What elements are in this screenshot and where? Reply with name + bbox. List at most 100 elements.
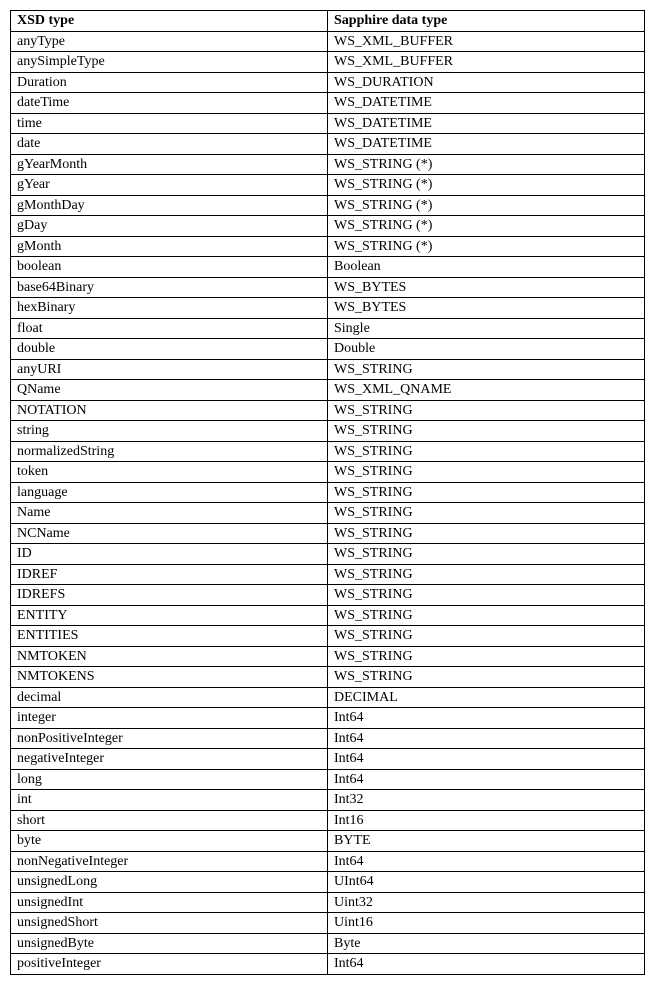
cell-xsd-type: short <box>11 810 328 831</box>
cell-sapphire-type: WS_STRING (*) <box>328 236 645 257</box>
table-row: unsignedByteByte <box>11 933 645 954</box>
cell-xsd-type: NCName <box>11 523 328 544</box>
table-row: anyURIWS_STRING <box>11 359 645 380</box>
table-row: timeWS_DATETIME <box>11 113 645 134</box>
table-row: NCNameWS_STRING <box>11 523 645 544</box>
cell-xsd-type: gMonthDay <box>11 195 328 216</box>
table-row: decimalDECIMAL <box>11 687 645 708</box>
table-row: NOTATIONWS_STRING <box>11 400 645 421</box>
cell-sapphire-type: WS_STRING <box>328 482 645 503</box>
cell-sapphire-type: Int64 <box>328 749 645 770</box>
cell-sapphire-type: WS_STRING (*) <box>328 195 645 216</box>
cell-xsd-type: date <box>11 134 328 155</box>
cell-xsd-type: gYearMonth <box>11 154 328 175</box>
cell-sapphire-type: WS_DATETIME <box>328 113 645 134</box>
cell-sapphire-type: WS_STRING <box>328 544 645 565</box>
table-row: ENTITIESWS_STRING <box>11 626 645 647</box>
table-row: QNameWS_XML_QNAME <box>11 380 645 401</box>
table-row: IDWS_STRING <box>11 544 645 565</box>
cell-xsd-type: gYear <box>11 175 328 196</box>
type-mapping-table: XSD type Sapphire data type anyTypeWS_XM… <box>10 10 645 975</box>
cell-xsd-type: gDay <box>11 216 328 237</box>
cell-sapphire-type: WS_XML_BUFFER <box>328 31 645 52</box>
cell-xsd-type: Duration <box>11 72 328 93</box>
cell-sapphire-type: WS_STRING <box>328 667 645 688</box>
table-row: integerInt64 <box>11 708 645 729</box>
table-row: stringWS_STRING <box>11 421 645 442</box>
cell-sapphire-type: WS_STRING <box>328 441 645 462</box>
cell-xsd-type: integer <box>11 708 328 729</box>
table-row: longInt64 <box>11 769 645 790</box>
table-row: DurationWS_DURATION <box>11 72 645 93</box>
cell-xsd-type: string <box>11 421 328 442</box>
table-row: NMTOKENSWS_STRING <box>11 667 645 688</box>
cell-xsd-type: nonPositiveInteger <box>11 728 328 749</box>
cell-xsd-type: double <box>11 339 328 360</box>
cell-sapphire-type: WS_STRING (*) <box>328 175 645 196</box>
table-row: anySimpleTypeWS_XML_BUFFER <box>11 52 645 73</box>
cell-xsd-type: ENTITIES <box>11 626 328 647</box>
cell-xsd-type: int <box>11 790 328 811</box>
cell-xsd-type: token <box>11 462 328 483</box>
cell-sapphire-type: Boolean <box>328 257 645 278</box>
table-row: unsignedShortUint16 <box>11 913 645 934</box>
cell-sapphire-type: WS_STRING <box>328 564 645 585</box>
cell-sapphire-type: Byte <box>328 933 645 954</box>
cell-xsd-type: NMTOKEN <box>11 646 328 667</box>
cell-sapphire-type: Int64 <box>328 708 645 729</box>
table-row: gMonthDayWS_STRING (*) <box>11 195 645 216</box>
cell-sapphire-type: WS_STRING <box>328 646 645 667</box>
cell-xsd-type: NOTATION <box>11 400 328 421</box>
cell-xsd-type: time <box>11 113 328 134</box>
cell-xsd-type: unsignedShort <box>11 913 328 934</box>
cell-xsd-type: ID <box>11 544 328 565</box>
cell-sapphire-type: Uint32 <box>328 892 645 913</box>
cell-xsd-type: language <box>11 482 328 503</box>
table-row: shortInt16 <box>11 810 645 831</box>
cell-xsd-type: QName <box>11 380 328 401</box>
table-row: intInt32 <box>11 790 645 811</box>
cell-xsd-type: gMonth <box>11 236 328 257</box>
table-row: NMTOKENWS_STRING <box>11 646 645 667</box>
cell-sapphire-type: WS_STRING <box>328 523 645 544</box>
cell-sapphire-type: DECIMAL <box>328 687 645 708</box>
table-row: unsignedLongUInt64 <box>11 872 645 893</box>
table-row: gYearWS_STRING (*) <box>11 175 645 196</box>
cell-sapphire-type: Single <box>328 318 645 339</box>
cell-sapphire-type: WS_STRING (*) <box>328 154 645 175</box>
table-row: positiveIntegerInt64 <box>11 954 645 975</box>
table-row: dateTimeWS_DATETIME <box>11 93 645 114</box>
cell-sapphire-type: Double <box>328 339 645 360</box>
table-row: tokenWS_STRING <box>11 462 645 483</box>
cell-sapphire-type: WS_STRING <box>328 400 645 421</box>
header-xsd-type: XSD type <box>11 11 328 32</box>
cell-xsd-type: NMTOKENS <box>11 667 328 688</box>
table-row: gMonthWS_STRING (*) <box>11 236 645 257</box>
cell-sapphire-type: WS_BYTES <box>328 277 645 298</box>
table-row: IDREFSWS_STRING <box>11 585 645 606</box>
cell-sapphire-type: WS_STRING <box>328 462 645 483</box>
table-row: NameWS_STRING <box>11 503 645 524</box>
cell-xsd-type: byte <box>11 831 328 852</box>
table-row: nonNegativeIntegerInt64 <box>11 851 645 872</box>
table-row: dateWS_DATETIME <box>11 134 645 155</box>
cell-xsd-type: positiveInteger <box>11 954 328 975</box>
cell-sapphire-type: WS_DURATION <box>328 72 645 93</box>
table-row: IDREFWS_STRING <box>11 564 645 585</box>
cell-xsd-type: IDREF <box>11 564 328 585</box>
cell-xsd-type: unsignedByte <box>11 933 328 954</box>
table-row: base64BinaryWS_BYTES <box>11 277 645 298</box>
cell-sapphire-type: Int64 <box>328 954 645 975</box>
cell-xsd-type: dateTime <box>11 93 328 114</box>
cell-sapphire-type: WS_STRING (*) <box>328 216 645 237</box>
table-row: doubleDouble <box>11 339 645 360</box>
cell-xsd-type: long <box>11 769 328 790</box>
cell-sapphire-type: WS_STRING <box>328 605 645 626</box>
table-row: floatSingle <box>11 318 645 339</box>
cell-sapphire-type: Uint16 <box>328 913 645 934</box>
cell-xsd-type: ENTITY <box>11 605 328 626</box>
cell-sapphire-type: UInt64 <box>328 872 645 893</box>
cell-sapphire-type: Int64 <box>328 851 645 872</box>
cell-xsd-type: unsignedInt <box>11 892 328 913</box>
cell-xsd-type: boolean <box>11 257 328 278</box>
